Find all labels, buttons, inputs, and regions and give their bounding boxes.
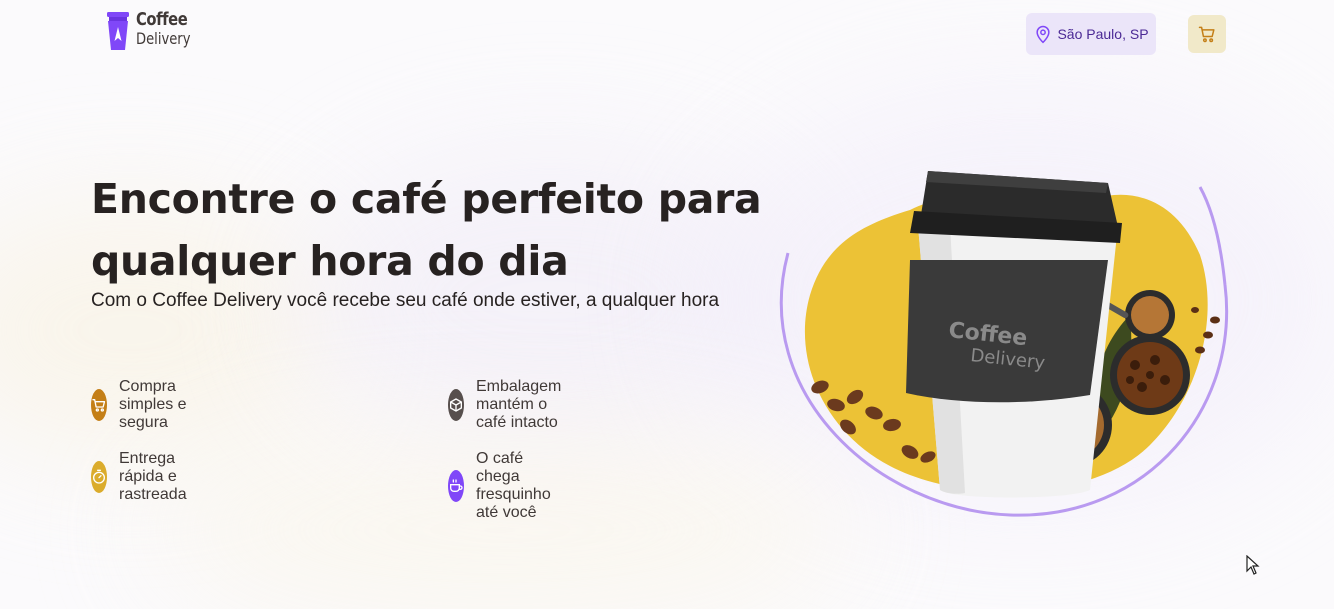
- feature-label: Embalagem mantém o café intacto: [476, 378, 562, 431]
- brand-logo[interactable]: Coffee Delivery: [106, 11, 202, 51]
- hero-title-line1: Encontre o café perfeito para: [91, 175, 762, 223]
- feature-icon-badge: [91, 461, 107, 493]
- feature-label: Entrega rápida e rastreada: [119, 450, 187, 503]
- cup-logo-icon: [107, 12, 129, 50]
- hero-title-line2: qualquer hora do dia: [91, 237, 569, 285]
- feature-icon-badge: [448, 470, 464, 502]
- cart-button[interactable]: [1188, 15, 1226, 53]
- feature-label: O café chega fresquinho até você: [476, 450, 551, 521]
- coffee-icon: [450, 479, 463, 492]
- shopping-cart-icon: [92, 399, 106, 412]
- brand-name-line1: Coffee: [136, 9, 188, 30]
- feature-item: Compra simples e segura: [91, 378, 192, 432]
- location-label: São Paulo, SP: [1057, 26, 1149, 42]
- feature-item: O café chega fresquinho até você: [448, 450, 567, 522]
- feature-label: Compra simples e segura: [119, 378, 187, 431]
- brand-name-line2: Delivery: [136, 29, 191, 48]
- package-icon: [450, 398, 462, 412]
- feature-icon-badge: [448, 389, 464, 421]
- feature-item: Embalagem mantém o café intacto: [448, 378, 577, 432]
- hero-subtitle: Com o Coffee Delivery você recebe seu ca…: [91, 290, 720, 311]
- header: Coffee Delivery São Paulo, SP: [0, 0, 1334, 70]
- shopping-cart-icon: [1198, 26, 1215, 43]
- location-badge[interactable]: São Paulo, SP: [1026, 13, 1156, 55]
- coffee-cup-illustration: Coffee Delivery: [779, 171, 1228, 517]
- feature-item: Entrega rápida e rastreada: [91, 450, 203, 504]
- mouse-cursor-icon: [1246, 555, 1260, 575]
- map-pin-icon: [1036, 25, 1051, 44]
- feature-icon-badge: [91, 389, 107, 421]
- timer-icon: [93, 469, 105, 484]
- hero-title: Encontre o café perfeito para qualquer h…: [91, 168, 771, 292]
